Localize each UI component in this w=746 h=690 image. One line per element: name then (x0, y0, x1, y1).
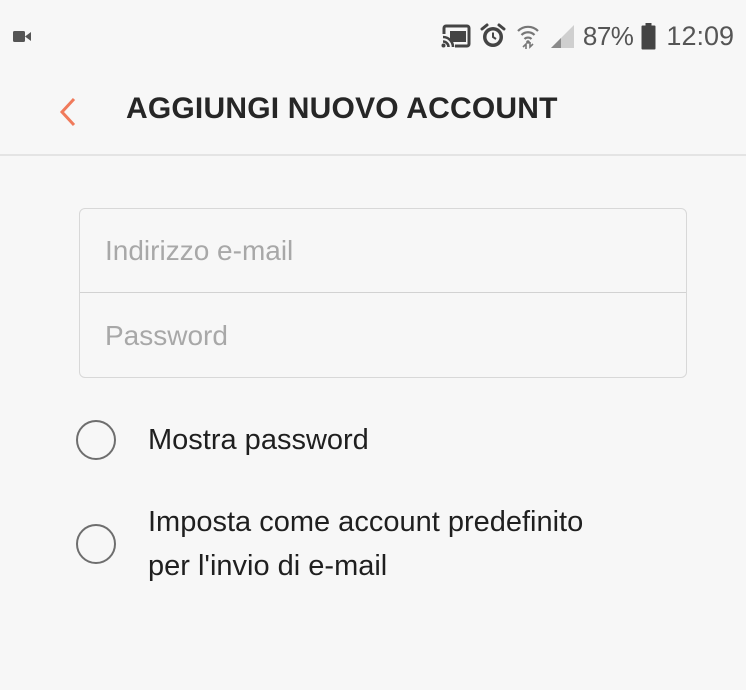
signal-icon (550, 25, 574, 48)
default-account-label-line1: Imposta come account predefinito (148, 506, 584, 538)
password-field-container (80, 294, 686, 378)
chevron-left-icon (59, 97, 76, 127)
default-account-option[interactable]: Imposta come account predefinito per l'i… (76, 500, 583, 588)
show-password-radio[interactable] (76, 420, 116, 460)
show-password-label: Mostra password (148, 424, 369, 456)
default-account-label-line2: per l'invio di e-mail (148, 550, 388, 582)
default-account-radio[interactable] (76, 524, 116, 564)
cast-icon (440, 24, 471, 48)
default-account-label: Imposta come account predefinito per l'i… (148, 500, 583, 588)
battery-percent: 87% (582, 20, 634, 51)
password-field[interactable] (80, 294, 686, 378)
wifi-icon (517, 25, 539, 49)
email-field[interactable] (80, 209, 686, 292)
app-bar: AGGIUNGI NUOVO ACCOUNT (0, 68, 746, 156)
email-field-container (80, 209, 686, 293)
alarm-icon (480, 23, 506, 47)
video-camera-icon (13, 31, 31, 42)
status-icons: 87% 12:09 (440, 18, 734, 54)
login-form (79, 208, 687, 378)
page-title: AGGIUNGI NUOVO ACCOUNT (126, 92, 558, 125)
show-password-option[interactable]: Mostra password (76, 418, 369, 462)
status-bar: 87% 12:09 (0, 0, 746, 68)
clock: 12:09 (666, 20, 734, 51)
battery-icon (641, 22, 656, 49)
back-button[interactable] (48, 90, 88, 134)
